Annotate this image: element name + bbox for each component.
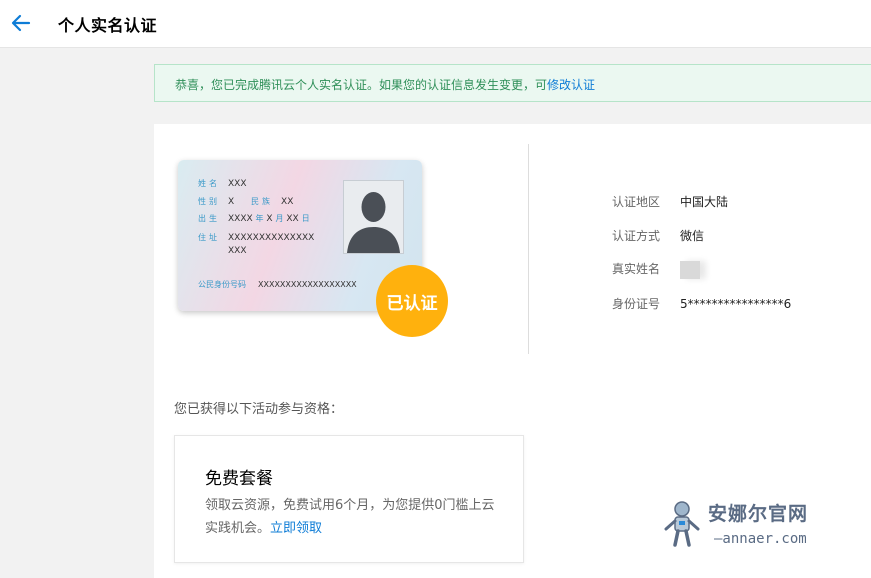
id-ethnicity-value: XX	[281, 197, 294, 207]
header: 个人实名认证	[0, 0, 871, 48]
success-notice: 恭喜，您已完成腾讯云个人实名认证。如果您的认证信息发生变更，可修改认证	[154, 64, 871, 102]
id-day-char: 日	[301, 214, 310, 223]
watermark-title: 安娜尔官网	[708, 503, 809, 525]
id-address-line2: XXX	[228, 246, 247, 256]
id-address-line1: XXXXXXXXXXXXXX	[228, 233, 315, 243]
info-value: 微信	[680, 229, 705, 243]
back-arrow-icon[interactable]	[10, 12, 32, 34]
id-name-value: XXX	[228, 179, 247, 189]
id-address-label: 住址	[198, 233, 220, 242]
id-gender-value: X	[228, 197, 235, 207]
info-label: 认证地区	[612, 195, 661, 209]
modify-verification-link[interactable]: 修改认证	[547, 78, 595, 92]
id-birth-day: XX	[286, 214, 299, 224]
watermark: 安娜尔官网 —annaer.com	[660, 495, 860, 555]
free-package-card: 免费套餐 领取云资源，免费试用6个月，为您提供0门槛上云实践机会。立即领取	[174, 435, 524, 563]
info-label: 真实姓名	[612, 262, 661, 276]
info-label: 认证方式	[612, 229, 661, 243]
id-year-char: 年	[255, 214, 264, 223]
info-value: 5****************6	[680, 297, 792, 311]
notice-text: 恭喜，您已完成腾讯云个人实名认证。如果您的认证信息发生变更，可	[175, 78, 548, 92]
info-row-realname: 真实姓名	[612, 260, 700, 279]
id-birth-month: X	[266, 214, 273, 224]
id-ethnicity-label: 民族	[251, 197, 274, 206]
id-gender-label: 性别	[198, 197, 220, 206]
info-label: 身份证号	[612, 297, 661, 311]
person-silhouette-icon	[347, 192, 400, 253]
verified-badge: 已认证	[376, 265, 448, 337]
activity-section-title: 您已获得以下活动参与资格：	[174, 402, 344, 417]
id-photo	[343, 180, 404, 254]
id-month-char: 月	[275, 214, 284, 223]
watermark-url: —annaer.com	[714, 531, 807, 547]
id-birth-year: XXXX	[228, 214, 253, 224]
robot-logo-icon	[664, 501, 700, 547]
activity-card-title: 免费套餐	[205, 469, 273, 489]
activity-description: 领取云资源，免费试用6个月，为您提供0门槛上云实践机会。	[205, 498, 495, 536]
id-number-label: 公民身份号码	[198, 280, 246, 289]
page-title: 个人实名认证	[58, 16, 158, 35]
blurred-real-name	[680, 260, 700, 279]
claim-now-link[interactable]: 立即领取	[270, 521, 322, 536]
info-value: 中国大陆	[680, 195, 729, 209]
info-row-method: 认证方式 微信	[612, 227, 704, 244]
info-row-idnumber: 身份证号 5****************6	[612, 295, 791, 312]
vertical-divider	[528, 144, 529, 354]
info-row-region: 认证地区 中国大陆	[612, 193, 728, 210]
id-birth-label: 出生	[198, 214, 220, 223]
id-number-value: XXXXXXXXXXXXXXXXXX	[258, 280, 357, 289]
id-name-label: 姓名	[198, 179, 220, 188]
